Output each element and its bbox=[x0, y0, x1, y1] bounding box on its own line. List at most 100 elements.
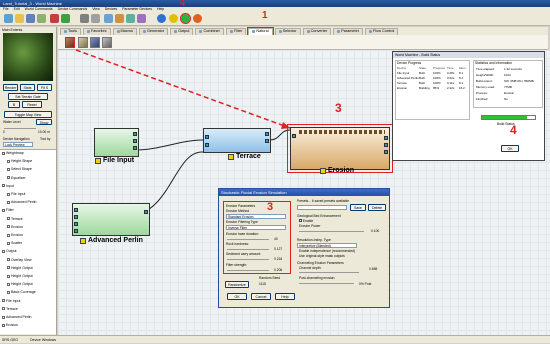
device-progress-header: Device Progress bbox=[397, 61, 422, 65]
duration-slider[interactable] bbox=[227, 239, 269, 240]
channel-depth-value: 0.658 bbox=[369, 267, 378, 271]
option-original-style[interactable]: Use original-style mask outputs bbox=[299, 254, 345, 258]
status-indicator bbox=[228, 153, 234, 160]
duration-label: Erosion base duration: bbox=[226, 232, 259, 236]
device-progress-panel: Device Progress Device State Progress Ti… bbox=[395, 60, 470, 120]
output-port[interactable] bbox=[133, 146, 137, 150]
cell-device: Erosion bbox=[397, 86, 408, 90]
advanced-perlin-node[interactable] bbox=[72, 203, 150, 236]
status-bar: SRS-GEO Device Windows bbox=[0, 335, 550, 343]
rock-hardness-label: Rock hardness: bbox=[226, 242, 249, 246]
erosion-settings-dialog: Stochastic Fluvial Erosion Simulation Er… bbox=[218, 188, 390, 308]
statistics-panel: Statistics and Information Time elapsed:… bbox=[473, 60, 543, 108]
progress-columns: Device State Progress Time Mem bbox=[397, 66, 469, 70]
annotation-3-dialog: 3 bbox=[267, 201, 274, 213]
input-port[interactable] bbox=[292, 134, 296, 138]
channel-depth-label: Channel depth: bbox=[299, 266, 322, 270]
ok-button[interactable]: OK bbox=[227, 293, 247, 300]
random-seed-label: Random Seed bbox=[259, 276, 281, 280]
erosion-power-label: Erosion Power bbox=[299, 224, 321, 228]
status-indicator bbox=[320, 167, 326, 174]
randomize-button[interactable]: Randomize bbox=[225, 281, 249, 288]
post-channel-slider[interactable] bbox=[299, 283, 354, 284]
stat-value: No bbox=[504, 97, 508, 101]
sediment-label: Sediment carry amount: bbox=[226, 252, 261, 256]
col-state: State bbox=[419, 66, 427, 70]
erosion-name: Erosion bbox=[328, 167, 355, 174]
file-input-node[interactable] bbox=[94, 128, 139, 157]
cancel-button[interactable]: Cancel bbox=[251, 293, 271, 300]
advanced-perlin-label: Advanced Perlin bbox=[80, 237, 143, 244]
input-port[interactable] bbox=[205, 143, 209, 147]
presets-select[interactable] bbox=[297, 205, 347, 210]
input-port[interactable] bbox=[74, 215, 78, 219]
erosion-filtering-label: Erosion Filtering Type bbox=[226, 220, 258, 224]
advanced-perlin-name: Advanced Perlin bbox=[88, 237, 143, 244]
rock-hardness-slider[interactable] bbox=[227, 249, 269, 250]
col-device: Device bbox=[397, 66, 407, 70]
channel-depth-slider[interactable] bbox=[299, 272, 359, 273]
erosion-node[interactable] bbox=[287, 124, 393, 173]
cell-progress: 85% bbox=[433, 86, 440, 90]
erosion-method-select[interactable]: Standard Erosion bbox=[226, 214, 286, 219]
checkbox-icon bbox=[299, 219, 302, 222]
enable-checkbox[interactable]: Enable bbox=[299, 219, 313, 223]
geo-bed-label: Geological Bed Enhancement bbox=[297, 214, 341, 218]
enable-label: Enable bbox=[302, 219, 314, 223]
col-mem: Mem bbox=[459, 66, 466, 70]
dialog-title: Stochastic Fluvial Erosion Simulation bbox=[219, 189, 389, 196]
random-seed-value: 1115 bbox=[259, 282, 266, 286]
post-channel-label: Post-channeling erosion: bbox=[299, 276, 336, 280]
input-port[interactable] bbox=[74, 229, 78, 233]
build-progress-bar bbox=[481, 115, 536, 120]
build-ok-button[interactable]: OK bbox=[501, 145, 519, 152]
help-button[interactable]: Help bbox=[275, 293, 295, 300]
output-port[interactable] bbox=[133, 139, 137, 143]
output-port[interactable] bbox=[265, 132, 269, 136]
resolution-label: Resolution-Indep. Type bbox=[297, 238, 331, 242]
input-port[interactable] bbox=[74, 222, 78, 226]
stat-key: Finished: bbox=[476, 97, 489, 101]
output-port[interactable] bbox=[384, 150, 388, 154]
option-independence[interactable]: Enable independence (recommended) bbox=[299, 249, 355, 253]
duration-value: 40 bbox=[274, 237, 278, 241]
statistics-header: Statistics and Information bbox=[475, 61, 513, 65]
output-port[interactable] bbox=[265, 139, 269, 143]
output-port[interactable] bbox=[133, 132, 137, 136]
filter-strength-slider[interactable] bbox=[227, 270, 269, 271]
sediment-value: 0.216 bbox=[274, 257, 283, 261]
statistics-rows: Time elapsed: 1.32 seconds Height/Width: 10… bbox=[476, 67, 542, 103]
annotation-3-node: 3 bbox=[335, 101, 342, 115]
terrace-label: Terrace bbox=[228, 153, 261, 160]
progress-row: Erosion Building 85% 2.32s 16.2 bbox=[397, 86, 469, 91]
post-channel-value: 0% Post bbox=[359, 282, 372, 286]
build-progress-fill bbox=[482, 116, 528, 119]
cell-mem: 16.2 bbox=[459, 86, 465, 90]
output-port[interactable] bbox=[384, 143, 388, 147]
terrace-node[interactable] bbox=[203, 128, 271, 153]
input-port[interactable] bbox=[205, 135, 209, 139]
erosion-port-strip bbox=[299, 130, 385, 134]
file-input-name: File Input bbox=[103, 157, 135, 164]
status-indicator bbox=[80, 237, 86, 244]
erosion-method-label: Erosion Method bbox=[226, 209, 250, 213]
erosion-filtering-select[interactable]: Inverse Filter bbox=[226, 225, 286, 230]
preset-delete-button[interactable]: Delete bbox=[368, 204, 386, 211]
rock-hardness-value: 0.127 bbox=[274, 247, 283, 251]
preset-save-button[interactable]: Save bbox=[350, 204, 366, 211]
output-port[interactable] bbox=[144, 210, 148, 214]
presets-label: Presets... 6 saved presets available bbox=[297, 199, 350, 203]
output-port[interactable] bbox=[384, 136, 388, 140]
file-input-label: File Input bbox=[95, 157, 134, 164]
status-indicator bbox=[95, 157, 101, 164]
erosion-power-value: 0.100 bbox=[371, 229, 380, 233]
resolution-select[interactable]: Interpretive (Blended) bbox=[297, 243, 357, 248]
status-right: Device Windows bbox=[30, 338, 57, 342]
erosion-params-label: Erosion Parameters bbox=[226, 204, 256, 208]
erosion-parameters-group: Erosion Parameters Erosion Method Standa… bbox=[223, 201, 291, 274]
cell-time: 2.32s bbox=[447, 86, 455, 90]
input-port[interactable] bbox=[74, 208, 78, 212]
erosion-power-slider[interactable] bbox=[299, 231, 364, 232]
cell-state: Building bbox=[419, 86, 430, 90]
sediment-slider[interactable] bbox=[227, 259, 269, 260]
